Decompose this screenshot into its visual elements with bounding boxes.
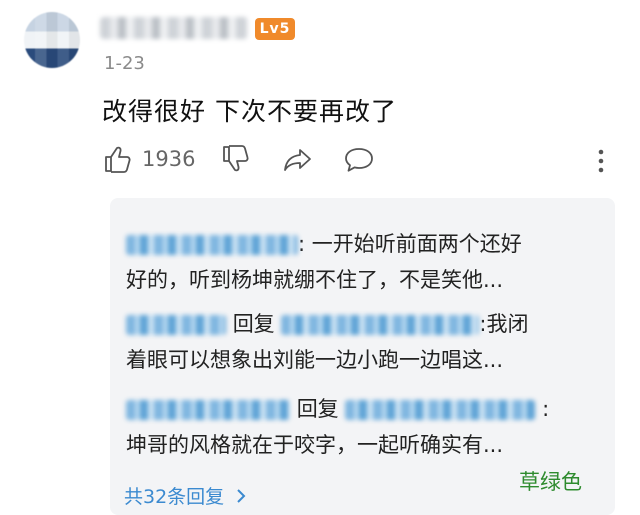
reply-author-blurred[interactable] [126, 315, 226, 335]
comment-text: 改得很好 下次不要再改了 [102, 97, 397, 126]
reply-item[interactable]: : 一开始听前面两个还好 好的，听到杨坤就绷不住了，不是笑他... [126, 226, 586, 298]
reply-text: :我闭 [479, 312, 529, 336]
like-count: 1936 [142, 147, 196, 171]
reply-word: 回复 [232, 312, 275, 336]
comment-date: 1-23 [104, 53, 145, 74]
dislike-button[interactable] [220, 144, 250, 174]
comment-button[interactable] [343, 145, 375, 175]
view-all-replies-label: 共32条回复 [124, 486, 225, 508]
view-all-replies-link[interactable]: 共32条回复 [124, 482, 250, 509]
share-button[interactable] [282, 146, 314, 174]
thumbs-up-icon [105, 146, 131, 173]
reply-word: 回复 [296, 397, 339, 421]
reply-author-blurred[interactable] [126, 235, 298, 255]
avatar[interactable] [24, 12, 80, 68]
more-options-button[interactable] [596, 148, 606, 174]
share-icon [284, 149, 311, 171]
like-button[interactable]: 1936 [102, 144, 195, 174]
level-badge: Lv5 [255, 18, 295, 40]
reply-target-blurred[interactable] [281, 315, 480, 335]
chevron-right-icon [237, 488, 246, 503]
reply-item[interactable]: 回复 :我闭 着眼可以想象出刘能一边小跑一边唱这... [126, 306, 586, 378]
reply-text-continued: 好的，听到杨坤就绷不住了，不是笑他... [126, 268, 504, 292]
reply-item[interactable]: 回复 : 坤哥的风格就在于咬字，一起听确实有... [126, 391, 586, 463]
reply-text: : 一开始听前面两个还好 [298, 232, 522, 256]
reply-text: : [542, 397, 550, 421]
username-blurred[interactable] [100, 17, 248, 39]
reply-author-blurred[interactable] [126, 400, 290, 420]
reply-text-continued: 着眼可以想象出刘能一边小跑一边唱这... [126, 348, 504, 372]
comment-icon [345, 148, 373, 172]
reply-text-continued: 坤哥的风格就在于咬字，一起听确实有... [126, 433, 504, 457]
watermark-text: 草绿色 [519, 470, 582, 494]
thumbs-down-icon [223, 145, 249, 172]
reply-target-blurred[interactable] [345, 400, 536, 420]
more-vertical-icon [598, 149, 604, 173]
